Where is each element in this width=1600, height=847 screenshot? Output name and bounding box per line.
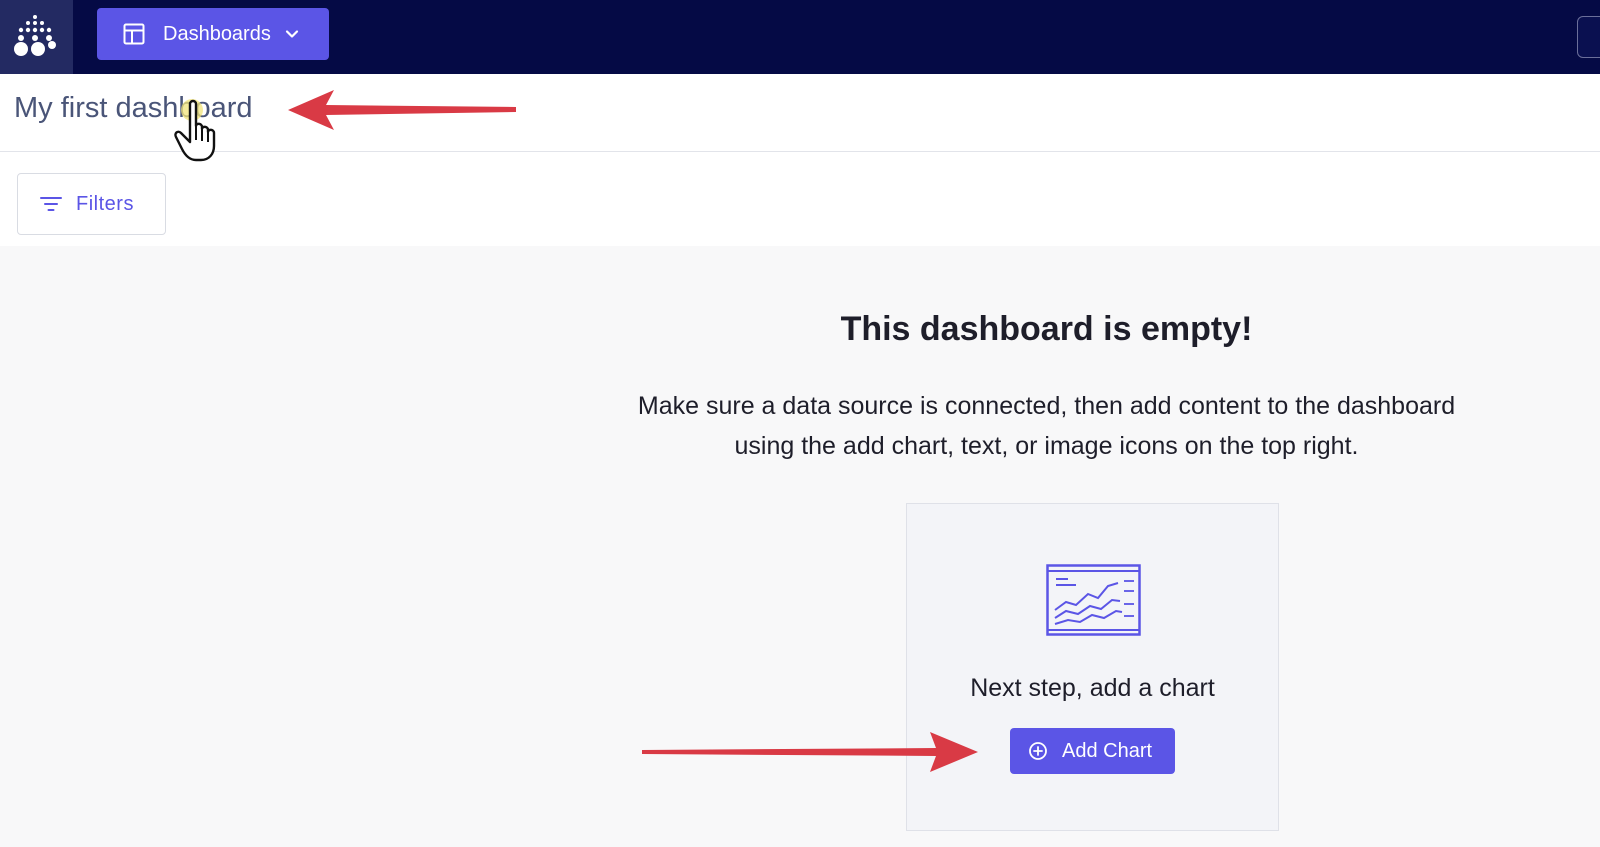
add-chart-button[interactable]: Add Chart [1010,728,1175,774]
empty-state-heading: This dashboard is empty! [840,310,1253,348]
hand-pointer-icon [174,99,216,162]
add-chart-label: Add Chart [1062,739,1153,762]
plus-circle-icon [1029,742,1047,760]
filters-bar: Filters [0,152,1600,246]
annotation-arrow-add-chart [642,732,978,772]
filter-lines-icon [40,197,62,211]
filters-button[interactable]: Filters [17,173,166,235]
add-chart-card: Next step, add a chart Add Chart [906,503,1279,831]
dashboards-label: Dashboards [163,22,271,45]
dot-grid-logo-icon [14,15,56,56]
empty-state-description: Make sure a data source is connected, th… [637,392,1456,460]
app-logo[interactable] [0,0,73,74]
annotation-arrow-title [288,90,516,130]
dashboard-title-row: My first dashboard [0,74,1600,152]
chevron-down-icon [285,30,298,38]
top-navigation-bar: Dashboards [0,0,1600,74]
dashboards-dropdown-button[interactable]: Dashboards [97,8,329,60]
topbar-right-control[interactable] [1577,16,1600,58]
line-chart-illustration-icon [1046,564,1141,636]
add-chart-prompt: Next step, add a chart [970,674,1215,702]
layout-icon [123,23,145,45]
filters-label: Filters [76,192,134,215]
